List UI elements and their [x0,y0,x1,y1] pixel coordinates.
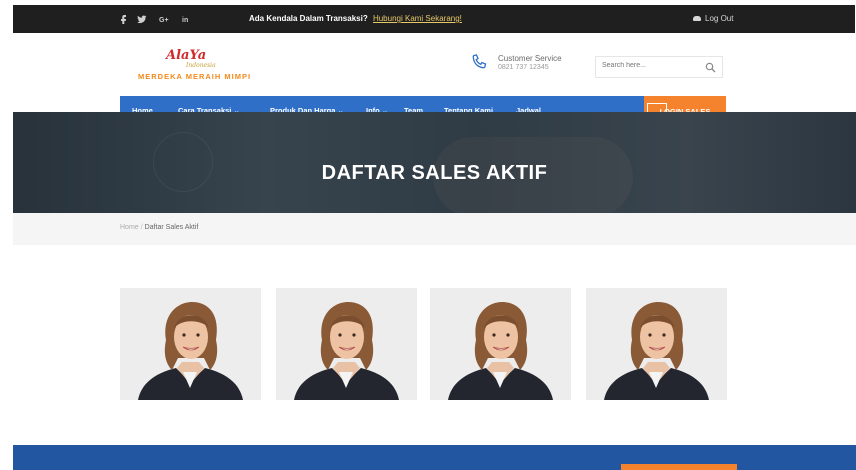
facebook-icon[interactable] [118,14,128,24]
promo-text: Ada Kendala Dalam Transaksi? [249,14,368,23]
linkedin-icon[interactable]: in [181,14,191,24]
user-icon [693,16,701,22]
logout-label: Log Out [705,14,734,23]
logo-tagline: MERDEKA MERAIH MIMPI [138,72,252,81]
sales-card[interactable] [586,288,727,400]
sales-card[interactable] [120,288,261,400]
sales-photo [276,288,417,400]
promo-message: Ada Kendala Dalam Transaksi? Hubungi Kam… [249,14,462,23]
sales-card[interactable] [276,288,417,400]
sales-card[interactable] [430,288,571,400]
sales-photo [586,288,727,400]
phone-icon [472,54,487,69]
breadcrumb-separator: / [140,224,143,231]
footer-cta-bar [13,445,856,470]
customer-service-phone: 0821 737 12345 [498,64,549,71]
logo-wordmark: AlaYa [166,48,207,63]
search-box [595,56,723,78]
twitter-icon[interactable] [137,14,147,24]
site-logo[interactable]: AlaYa Indonesia MERDEKA MERAIH MIMPI [138,48,258,86]
breadcrumb: Home / Daftar Sales Aktif [120,224,198,231]
search-input[interactable] [602,62,692,69]
logout-link[interactable]: Log Out [693,14,733,23]
svg-text:in: in [182,17,188,24]
search-icon[interactable] [705,62,716,73]
page-hero: DAFTAR SALES AKTIF [13,112,856,213]
promo-contact-link[interactable]: Hubungi Kami Sekarang! [373,14,462,23]
top-bar: G+ in Ada Kendala Dalam Transaksi? Hubun… [13,5,855,33]
breadcrumb-bar: Home / Daftar Sales Aktif [13,213,856,245]
footer-cta-button[interactable] [621,464,737,470]
logo-script: Indonesia [186,62,216,69]
sales-photo [430,288,571,400]
customer-service-title: Customer Service [498,54,562,63]
google-plus-icon[interactable]: G+ [159,14,169,24]
svg-text:G+: G+ [159,17,169,24]
breadcrumb-current: Daftar Sales Aktif [144,224,199,231]
breadcrumb-home-link[interactable]: Home [120,224,139,231]
page-title: DAFTAR SALES AKTIF [321,162,548,184]
sales-photo [120,288,261,400]
